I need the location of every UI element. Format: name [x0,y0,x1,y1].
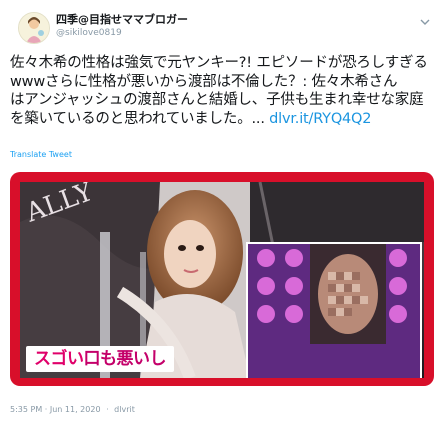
display-name[interactable]: 四季@目指せママブロガー [56,12,188,27]
separator: · [106,405,109,414]
tweet-text-line: を築いているのと思われていました。... dlvr.it/RYQ4Q2 [10,110,438,129]
tweet-source[interactable]: dlvrit [114,405,135,414]
tweet-text-line: 佐々木希の性格は強気で元ヤンキー?! エピソードが恐ろしすぎる [10,55,428,71]
timestamp[interactable]: 5:35 PM · Jun 11, 2020 [10,405,101,414]
tweet-text-line: wwwさらに性格が悪いから渡部は不倫した？: 佐々木希さん [10,73,398,90]
tweet-header: 四季@目指せママブロガー @sikilove0819 [14,8,434,48]
media-photo: ALLY スゴい口も悪いし [20,182,424,378]
tweet-media[interactable]: ALLY スゴい口も悪いし [10,172,434,386]
media-inset [246,242,422,378]
media-caption-highlight: スゴい [34,349,84,369]
tweet-footer: 5:35 PM · Jun 11, 2020 · dlvrit [10,405,138,414]
tweet-text: 佐々木希の性格は強気で元ヤンキー?! エピソードが恐ろしすぎる wwwさらに性格… [10,54,438,128]
tweet-text-tail: を築いているのと思われていました。... [10,110,265,127]
chevron-down-icon[interactable] [418,14,432,28]
media-caption-text: 口も悪いし [83,349,167,369]
tweet-text-line: はアンジャッシュの渡部さんと結婚し、子供も生まれ幸せな家庭 [10,92,424,108]
user-handle[interactable]: @sikilove0819 [56,27,188,39]
media-caption: スゴい口も悪いし [26,346,174,372]
tweet-link[interactable]: dlvr.it/RYQ4Q2 [269,111,371,127]
translate-tweet-link[interactable]: Translate Tweet [10,150,72,159]
avatar[interactable] [18,12,50,44]
